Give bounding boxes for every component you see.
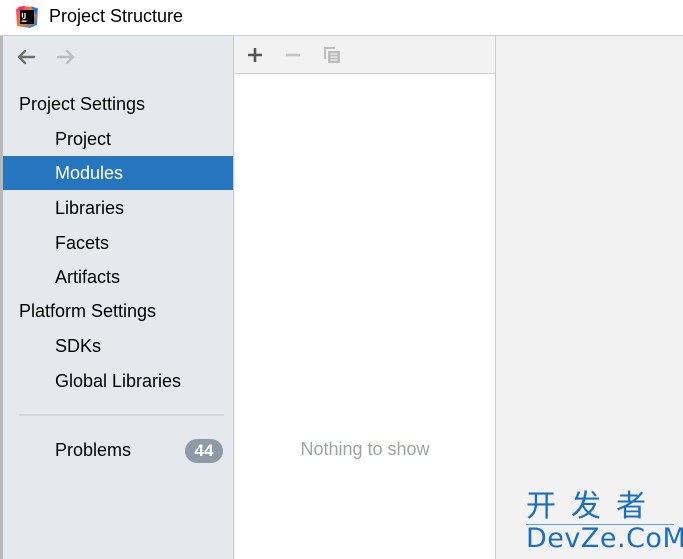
plus-icon xyxy=(248,48,262,62)
sidebar-item-label: Modules xyxy=(55,162,124,183)
sidebar-item-problems[interactable]: Problems 44 xyxy=(3,433,233,467)
watermark-english-text: DevZe.CoM xyxy=(526,523,683,554)
minus-icon xyxy=(286,53,300,57)
arrow-left-icon xyxy=(17,49,36,65)
modules-toolbar xyxy=(235,36,495,74)
modules-list-panel: Nothing to show xyxy=(235,36,496,559)
back-button[interactable] xyxy=(15,46,37,68)
sidebar-item-label: Project xyxy=(55,128,112,149)
watermark: 开发者 DevZe.CoM xyxy=(526,489,683,554)
sidebar-item-label: Artifacts xyxy=(55,266,121,287)
watermark-chinese-text: 开发者 xyxy=(526,489,661,524)
empty-state-text: Nothing to show xyxy=(300,439,430,459)
sidebar-item-label: Libraries xyxy=(55,197,125,218)
sidebar-item-label: Facets xyxy=(55,232,110,253)
svg-text:IJ: IJ xyxy=(21,12,26,20)
settings-sidebar: Project Settings Project Modules Librari… xyxy=(3,36,234,559)
details-panel xyxy=(497,36,683,559)
sidebar-item-modules[interactable]: Modules xyxy=(3,156,233,190)
sidebar-item-libraries[interactable]: Libraries xyxy=(3,191,233,225)
sidebar-item-project[interactable]: Project xyxy=(3,122,233,156)
title-bar: IJ Project Structure xyxy=(0,0,683,36)
problems-count-badge: 44 xyxy=(185,439,223,463)
arrow-right-icon xyxy=(56,49,75,65)
sidebar-item-sdks[interactable]: SDKs xyxy=(3,329,233,363)
copy-icon xyxy=(324,47,340,63)
sidebar-item-artifacts[interactable]: Artifacts xyxy=(3,260,233,294)
section-header-project-settings: Project Settings xyxy=(19,94,146,114)
add-button[interactable] xyxy=(244,44,266,66)
forward-button[interactable] xyxy=(55,46,77,68)
sidebar-item-global-libraries[interactable]: Global Libraries xyxy=(3,364,233,398)
sidebar-item-facets[interactable]: Facets xyxy=(3,226,233,260)
intellij-idea-icon: IJ xyxy=(16,6,38,28)
sidebar-item-label: Global Libraries xyxy=(55,370,182,391)
window-title: Project Structure xyxy=(49,6,184,26)
sidebar-item-label: SDKs xyxy=(55,335,102,356)
navigation-arrows xyxy=(15,46,77,70)
project-structure-dialog: Project Settings Project Modules Librari… xyxy=(0,36,683,559)
sidebar-divider xyxy=(19,414,224,416)
copy-button[interactable] xyxy=(321,44,343,66)
remove-button[interactable] xyxy=(282,44,304,66)
section-header-platform-settings: Platform Settings xyxy=(19,301,157,321)
sidebar-item-label: Problems xyxy=(55,439,132,460)
